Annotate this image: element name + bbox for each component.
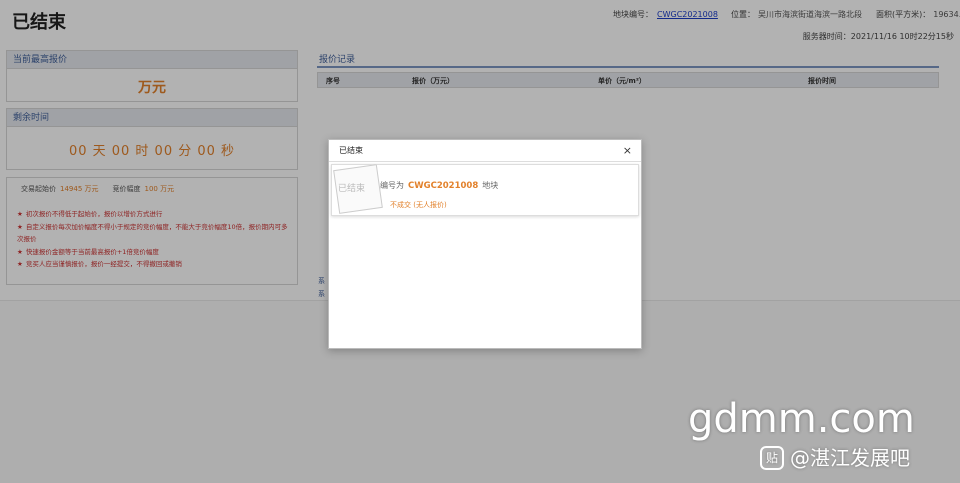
result-prefix: 编号为 — [380, 181, 404, 190]
tieba-icon: 贴 — [760, 446, 784, 470]
result-plot-line: 编号为 CWGC2021008 地块 — [380, 180, 498, 191]
result-suffix: 地块 — [482, 181, 499, 190]
dialog-title: 已结束 — [339, 146, 363, 155]
dialog-header: 已结束 × — [329, 140, 641, 162]
ended-stamp-text: 已结束 — [338, 184, 366, 194]
result-status: 不成交 (无人报价) — [390, 201, 447, 209]
result-dialog: 已结束 × 已结束 编号为 CWGC2021008 地块 不成交 (无人报价) — [328, 139, 642, 349]
tieba-name: @湛江发展吧 — [790, 446, 910, 470]
result-card: 已结束 编号为 CWGC2021008 地块 不成交 (无人报价) — [331, 164, 639, 216]
tieba-watermark: 贴 @湛江发展吧 — [760, 442, 910, 471]
close-icon[interactable]: × — [623, 140, 632, 162]
site-watermark: gdmm.com — [688, 396, 915, 442]
result-plot-code: CWGC2021008 — [408, 181, 479, 191]
